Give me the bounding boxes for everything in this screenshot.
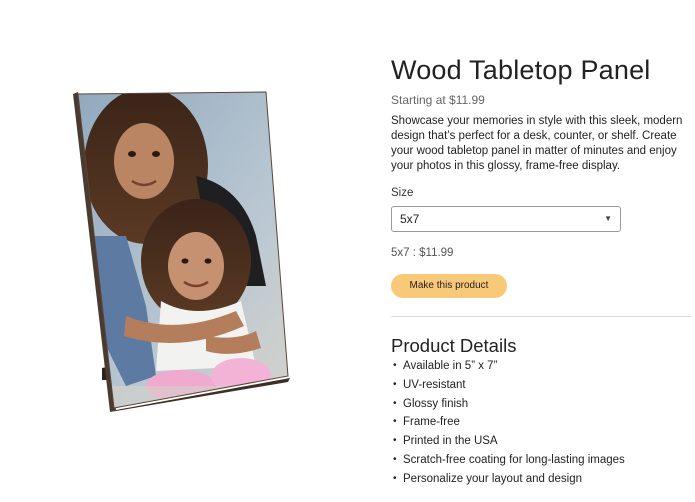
size-select[interactable]: 5x7 ▼: [391, 206, 621, 232]
product-title: Wood Tabletop Panel: [391, 55, 651, 85]
list-item: • Frame-free: [391, 413, 691, 432]
product-details-heading: Product Details: [391, 335, 517, 356]
section-divider: [391, 316, 691, 317]
bullet-icon: •: [393, 397, 397, 409]
bullet-icon: •: [393, 360, 397, 371]
bullet-icon: •: [393, 453, 397, 465]
bullet-icon: •: [393, 435, 397, 447]
selected-size-price: 5x7 : $11.99: [391, 247, 454, 259]
list-item: • Glossy finish: [391, 395, 691, 414]
product-image: [66, 86, 302, 416]
wood-panel-photo: [73, 91, 290, 412]
product-description: Showcase your memories in style with thi…: [391, 115, 683, 172]
size-label: Size: [391, 187, 414, 199]
size-select-value: 5x7: [400, 212, 420, 226]
bullet-icon: •: [393, 472, 397, 484]
list-item: • Personalize your layout and design: [391, 470, 691, 489]
list-item: • Printed in the USA: [391, 432, 691, 451]
bullet-icon: •: [393, 416, 397, 428]
feature-list: • Available in 5” x 7” • UV-resistant • Glo…: [391, 357, 691, 489]
product-info: Wood Tabletop Panel Starting at $11.99 S…: [391, 52, 691, 298]
list-item: • Available in 5” x 7”: [391, 357, 691, 376]
make-product-button[interactable]: Make this product: [391, 274, 507, 298]
chevron-down-icon: ▼: [604, 214, 612, 223]
list-item: • UV-resistant: [391, 376, 691, 395]
list-item: • Scratch-free coating for long-lasting i…: [391, 451, 691, 470]
bullet-icon: •: [393, 378, 397, 390]
starting-price: Starting at $11.99: [391, 93, 485, 107]
